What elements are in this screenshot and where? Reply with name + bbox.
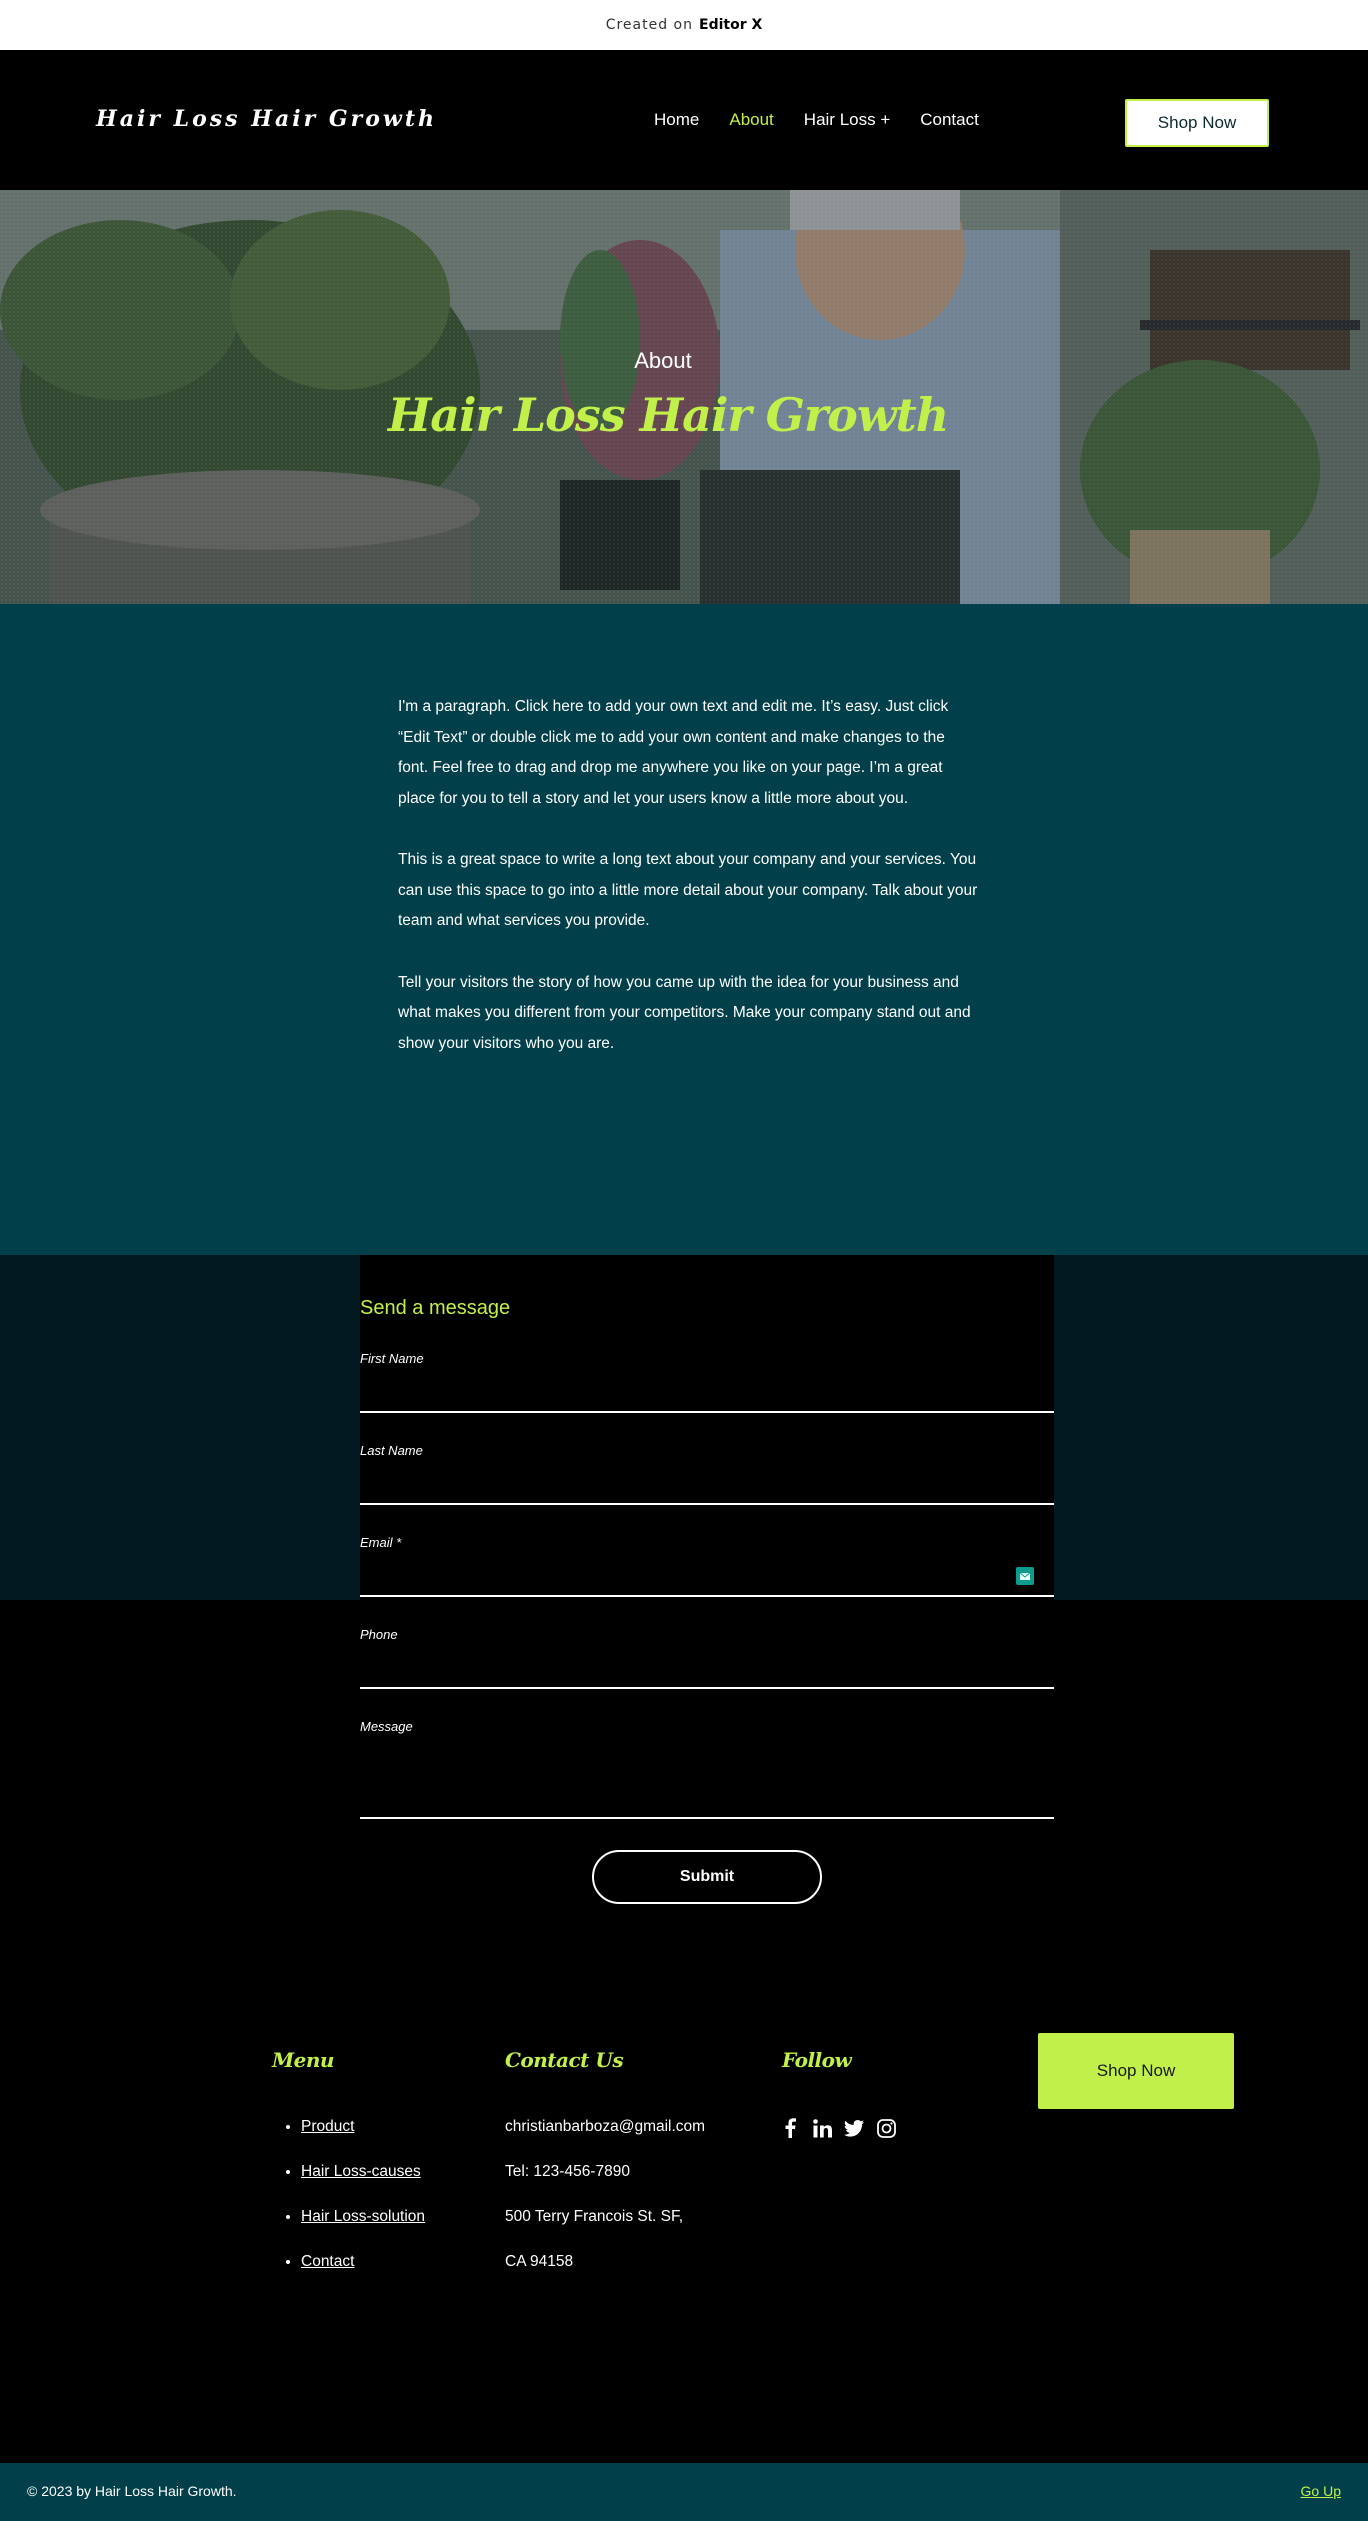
footer-link-hair-loss-solution[interactable]: Hair Loss-solution bbox=[301, 2208, 425, 2225]
about-section: I'm a paragraph. Click here to add your … bbox=[0, 604, 1368, 1255]
phone-label: Phone bbox=[360, 1627, 398, 1642]
nav-home[interactable]: Home bbox=[654, 110, 699, 130]
footer-menu-title: Menu bbox=[272, 2048, 334, 2072]
footer-link-product[interactable]: Product bbox=[301, 2118, 354, 2135]
nav-contact[interactable]: Contact bbox=[920, 110, 979, 130]
hero-subtitle: About bbox=[634, 348, 692, 373]
site-header: Hair Loss Hair Growth Home About Hair Lo… bbox=[0, 50, 1368, 190]
footer-menu-item: Hair Loss-causes bbox=[301, 2163, 425, 2187]
main-nav: Home About Hair Loss + Contact bbox=[654, 110, 1009, 130]
footer-menu-item: Product bbox=[301, 2118, 425, 2142]
footer-menu: Product Hair Loss-causes Hair Loss-solut… bbox=[272, 2118, 425, 2298]
first-name-field[interactable]: First Name bbox=[360, 1351, 1054, 1413]
site-logo[interactable]: Hair Loss Hair Growth bbox=[96, 106, 437, 132]
hero-banner: About Hair Loss Hair Growth bbox=[0, 190, 1368, 604]
go-up-link[interactable]: Go Up bbox=[1301, 2483, 1341, 2499]
footer-contact-title: Contact Us bbox=[505, 2048, 624, 2072]
footer-contact-list: christianbarboza@gmail.com Tel: 123-456-… bbox=[505, 2118, 705, 2298]
created-on-banner[interactable]: Created on Editor X bbox=[0, 0, 1368, 50]
form-title: Send a message bbox=[360, 1297, 511, 1319]
phone-field[interactable]: Phone bbox=[360, 1627, 1054, 1689]
message-input[interactable] bbox=[360, 1743, 1000, 1813]
social-bar bbox=[780, 2118, 896, 2138]
contact-email[interactable]: christianbarboza@gmail.com bbox=[505, 2118, 705, 2163]
footer-menu-item: Contact bbox=[301, 2253, 425, 2277]
first-name-label: First Name bbox=[360, 1351, 424, 1366]
footer-menu-item: Hair Loss-solution bbox=[301, 2208, 425, 2232]
facebook-icon[interactable] bbox=[780, 2118, 800, 2138]
footer-link-hair-loss-causes[interactable]: Hair Loss-causes bbox=[301, 2163, 421, 2180]
twitter-icon[interactable] bbox=[844, 2118, 864, 2138]
email-label: Email * bbox=[360, 1535, 402, 1550]
last-name-field[interactable]: Last Name bbox=[360, 1443, 1054, 1505]
contact-form: Send a message First Name Last Name Emai… bbox=[360, 1255, 1054, 1904]
copyright-text: © 2023 by Hair Loss Hair Growth. bbox=[27, 2483, 237, 2499]
footer-follow-title: Follow bbox=[782, 2048, 852, 2072]
nav-hair-loss[interactable]: Hair Loss + bbox=[804, 110, 890, 130]
about-paragraph: I'm a paragraph. Click here to add your … bbox=[398, 698, 949, 807]
message-field[interactable]: Message bbox=[360, 1719, 1054, 1819]
last-name-input[interactable] bbox=[360, 1483, 1000, 1499]
bottom-bar: © 2023 by Hair Loss Hair Growth. Go Up bbox=[0, 2463, 1368, 2521]
instagram-icon[interactable] bbox=[876, 2118, 896, 2138]
envelope-icon[interactable] bbox=[1016, 1567, 1034, 1585]
email-input[interactable] bbox=[360, 1575, 1000, 1591]
contact-address-line1: 500 Terry Francois St. SF, bbox=[505, 2208, 684, 2225]
message-label: Message bbox=[360, 1719, 413, 1734]
hero-title: Hair Loss Hair Growth bbox=[387, 388, 949, 442]
created-on-label: Created on bbox=[605, 17, 693, 33]
about-paragraph: This is a great space to write a long te… bbox=[398, 851, 978, 929]
footer-shop-now-button[interactable]: Shop Now bbox=[1038, 2033, 1234, 2109]
editor-x-label: Editor X bbox=[699, 17, 763, 33]
contact-phone: Tel: 123-456-7890 bbox=[505, 2163, 630, 2180]
phone-input[interactable] bbox=[360, 1667, 1000, 1683]
linkedin-icon[interactable] bbox=[812, 2118, 832, 2138]
submit-button[interactable]: Submit bbox=[592, 1850, 822, 1904]
last-name-label: Last Name bbox=[360, 1443, 423, 1458]
about-paragraph: Tell your visitors the story of how you … bbox=[398, 973, 971, 1052]
footer-link-contact[interactable]: Contact bbox=[301, 2253, 354, 2270]
shop-now-button[interactable]: Shop Now bbox=[1125, 99, 1269, 147]
nav-about[interactable]: About bbox=[729, 110, 773, 130]
contact-address-line2: CA 94158 bbox=[505, 2253, 574, 2270]
first-name-input[interactable] bbox=[360, 1391, 1000, 1407]
email-field[interactable]: Email * bbox=[360, 1535, 1054, 1597]
about-text: I'm a paragraph. Click here to add your … bbox=[398, 692, 978, 1090]
